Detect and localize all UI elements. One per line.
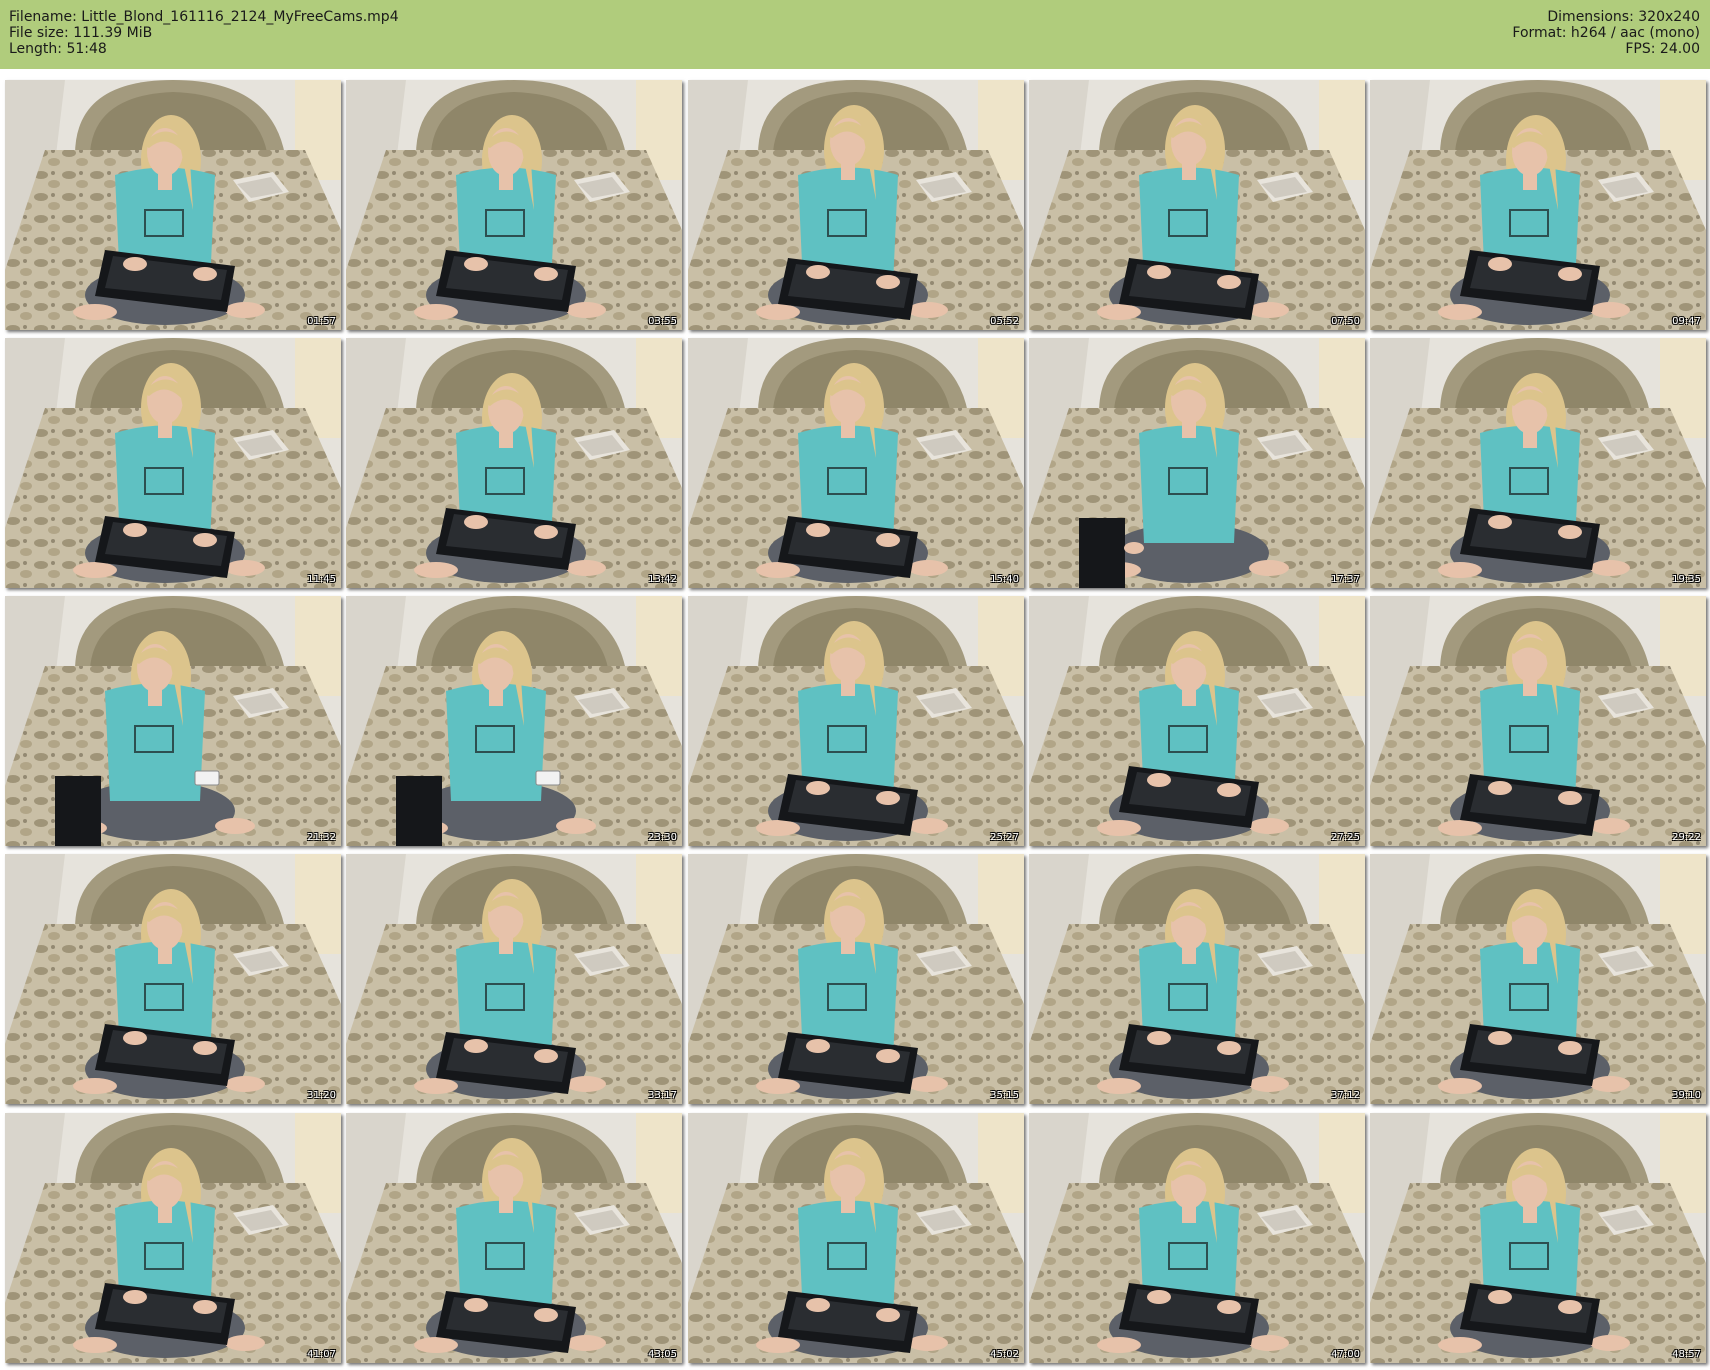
video-thumbnail: 11:45	[5, 338, 341, 588]
fps-text: FPS: 24.00	[1625, 41, 1700, 57]
video-frame-illustration	[688, 596, 1024, 846]
video-thumbnail: 21:32	[5, 596, 341, 846]
video-thumbnail: 13:42	[346, 338, 682, 588]
file-size-text: File size: 111.39 MiB	[9, 25, 153, 41]
timestamp-label: 13:42	[648, 574, 677, 585]
video-frame-illustration	[1370, 854, 1706, 1104]
video-thumbnail: 43:05	[346, 1113, 682, 1363]
video-frame-illustration	[346, 596, 682, 846]
video-frame-illustration	[5, 80, 341, 330]
video-frame-illustration	[5, 854, 341, 1104]
video-frame-illustration	[1370, 338, 1706, 588]
timestamp-label: 37:12	[1331, 1090, 1360, 1101]
video-frame-illustration	[1029, 338, 1365, 588]
video-thumbnail: 35:15	[688, 854, 1024, 1104]
timestamp-label: 27:25	[1331, 832, 1360, 843]
timestamp-label: 47:00	[1331, 1349, 1360, 1360]
file-info-right: Dimensions: 320x240 Format: h264 / aac (…	[1512, 9, 1700, 57]
timestamp-label: 43:05	[648, 1349, 677, 1360]
thumbnail-grid: 01:57 03:55 05:52 07:50 09:47 11:45 13:42 15:40…	[0, 69, 1710, 1370]
timestamp-label: 39:10	[1672, 1090, 1701, 1101]
filename-text: Filename: Little_Blond_161116_2124_MyFre…	[9, 9, 399, 25]
video-frame-illustration	[1029, 596, 1365, 846]
video-frame-illustration	[1370, 596, 1706, 846]
timestamp-label: 48:57	[1672, 1349, 1701, 1360]
video-frame-illustration	[346, 1113, 682, 1363]
timestamp-label: 03:55	[648, 316, 677, 327]
file-info-left: Filename: Little_Blond_161116_2124_MyFre…	[9, 9, 399, 57]
timestamp-label: 31:20	[307, 1090, 336, 1101]
timestamp-label: 41:07	[307, 1349, 336, 1360]
video-thumbnail: 03:55	[346, 80, 682, 330]
timestamp-label: 35:15	[990, 1090, 1019, 1101]
video-thumbnail: 17:37	[1029, 338, 1365, 588]
video-frame-illustration	[5, 338, 341, 588]
video-frame-illustration	[688, 1113, 1024, 1363]
video-thumbnail: 31:20	[5, 854, 341, 1104]
timestamp-label: 11:45	[307, 574, 336, 585]
video-frame-illustration	[1029, 1113, 1365, 1363]
timestamp-label: 15:40	[990, 574, 1019, 585]
video-thumbnail: 19:35	[1370, 338, 1706, 588]
video-frame-illustration	[5, 1113, 341, 1363]
info-header: Filename: Little_Blond_161116_2124_MyFre…	[0, 0, 1710, 69]
format-text: Format: h264 / aac (mono)	[1512, 25, 1700, 41]
video-thumbnail: 45:02	[688, 1113, 1024, 1363]
video-thumbnail: 39:10	[1370, 854, 1706, 1104]
length-text: Length: 51:48	[9, 41, 107, 57]
video-frame-illustration	[688, 80, 1024, 330]
video-frame-illustration	[1370, 1113, 1706, 1363]
video-frame-illustration	[346, 854, 682, 1104]
video-thumbnail: 09:47	[1370, 80, 1706, 330]
video-thumbnail: 15:40	[688, 338, 1024, 588]
video-frame-illustration	[346, 80, 682, 330]
video-thumbnail: 07:50	[1029, 80, 1365, 330]
video-frame-illustration	[688, 338, 1024, 588]
video-frame-illustration	[688, 854, 1024, 1104]
timestamp-label: 19:35	[1672, 574, 1701, 585]
timestamp-label: 33:17	[648, 1090, 677, 1101]
video-thumbnail: 41:07	[5, 1113, 341, 1363]
video-thumbnail: 47:00	[1029, 1113, 1365, 1363]
timestamp-label: 23:30	[648, 832, 677, 843]
dimensions-text: Dimensions: 320x240	[1547, 9, 1700, 25]
video-thumbnail: 29:22	[1370, 596, 1706, 846]
timestamp-label: 21:32	[307, 832, 336, 843]
timestamp-label: 09:47	[1672, 316, 1701, 327]
timestamp-label: 01:57	[307, 316, 336, 327]
video-frame-illustration	[346, 338, 682, 588]
video-frame-illustration	[5, 596, 341, 846]
timestamp-label: 45:02	[990, 1349, 1019, 1360]
video-thumbnail: 25:27	[688, 596, 1024, 846]
video-thumbnail: 23:30	[346, 596, 682, 846]
video-thumbnail: 27:25	[1029, 596, 1365, 846]
video-thumbnail: 33:17	[346, 854, 682, 1104]
timestamp-label: 29:22	[1672, 832, 1701, 843]
video-thumbnail: 05:52	[688, 80, 1024, 330]
video-thumbnail: 37:12	[1029, 854, 1365, 1104]
timestamp-label: 07:50	[1331, 316, 1360, 327]
video-frame-illustration	[1029, 80, 1365, 330]
video-frame-illustration	[1029, 854, 1365, 1104]
timestamp-label: 25:27	[990, 832, 1019, 843]
video-thumbnail: 48:57	[1370, 1113, 1706, 1363]
timestamp-label: 05:52	[990, 316, 1019, 327]
video-thumbnail: 01:57	[5, 80, 341, 330]
timestamp-label: 17:37	[1331, 574, 1360, 585]
video-frame-illustration	[1370, 80, 1706, 330]
